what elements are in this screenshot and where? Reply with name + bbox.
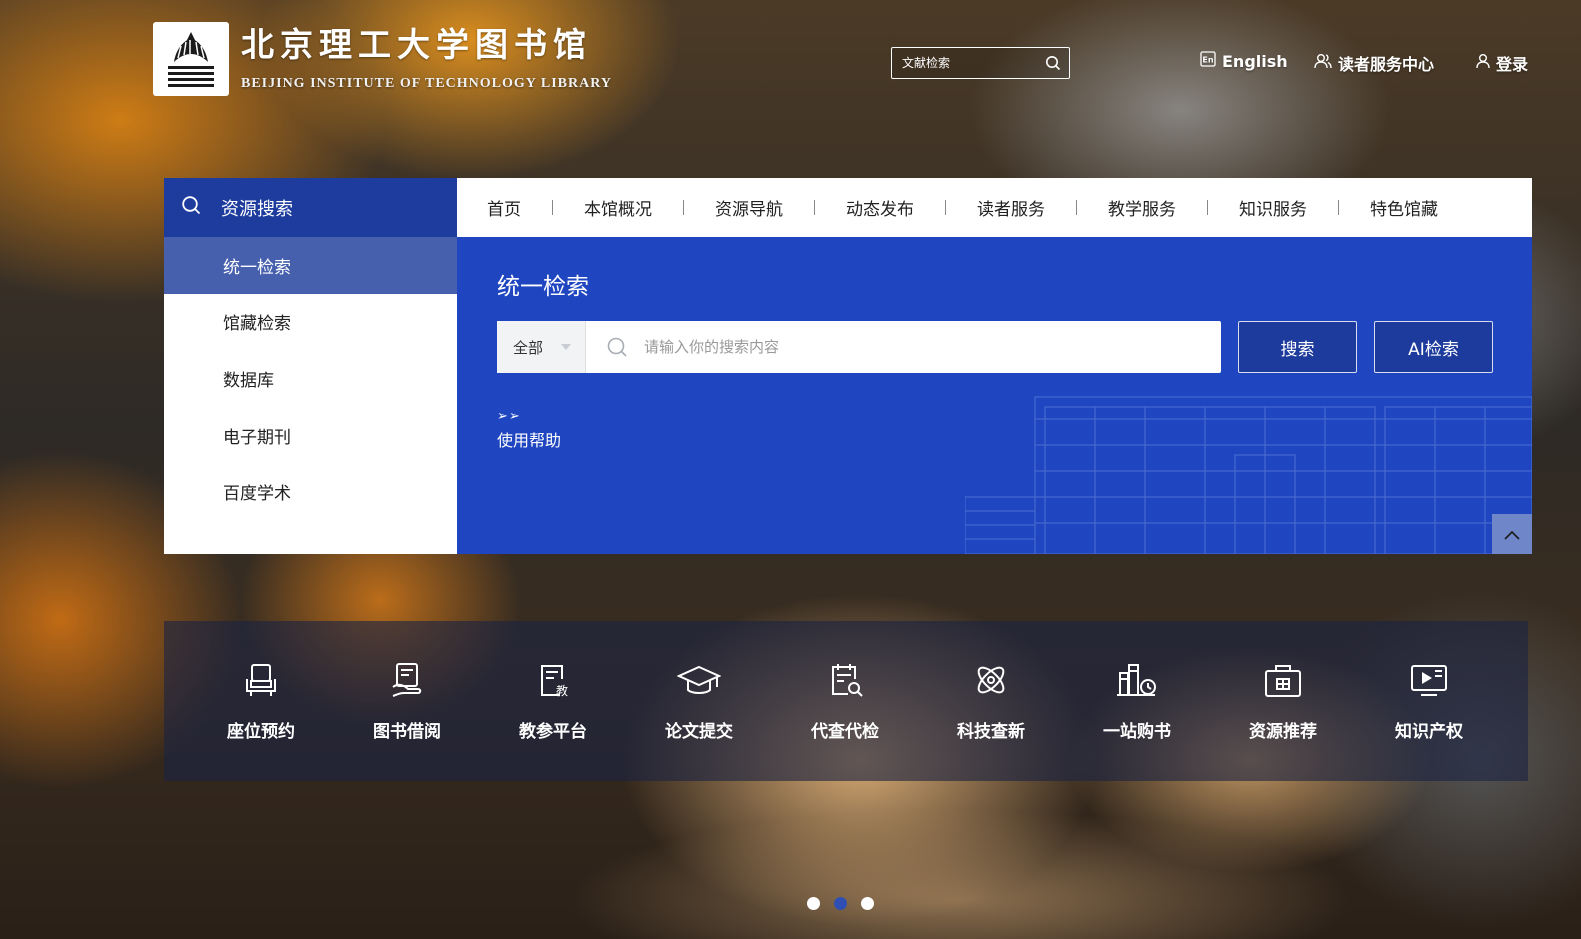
nav-item-teaching-services[interactable]: 教学服务 [1090, 195, 1194, 220]
presentation-icon [1409, 661, 1449, 703]
usage-help-label: 使用帮助 [497, 431, 562, 450]
book-purchase-icon [1115, 661, 1159, 703]
collapse-button[interactable] [1492, 514, 1532, 554]
service-resource-recommendation[interactable]: 资源推荐 [1210, 661, 1356, 742]
service-book-purchase[interactable]: 一站购书 [1064, 661, 1210, 742]
unified-search-area: 统一检索 全部 搜索 AI检索 ➢➢ 使用帮助 [457, 237, 1532, 554]
sidebar-title: 资源搜索 [221, 198, 293, 220]
nav-item-knowledge-services[interactable]: 知识服务 [1221, 195, 1325, 220]
header-search-box[interactable] [891, 47, 1070, 79]
service-label: 教参平台 [519, 721, 587, 742]
reader-service-center-label: 读者服务中心 [1338, 55, 1435, 74]
building-illustration [965, 396, 1532, 554]
search-icon [606, 336, 628, 358]
sidebar-item-baidu-scholar[interactable]: 百度学术 [164, 463, 457, 520]
service-thesis-submission[interactable]: 论文提交 [626, 661, 772, 742]
nav-divider [1338, 200, 1339, 215]
user-icon [1476, 53, 1490, 73]
double-arrow-icon: ➢➢ [497, 409, 521, 424]
header-search-input[interactable] [902, 56, 1042, 70]
service-label: 论文提交 [665, 721, 733, 742]
service-label: 科技查新 [957, 721, 1025, 742]
login-link[interactable]: 登录 [1476, 51, 1528, 75]
nav-divider [552, 200, 553, 215]
login-label: 登录 [1496, 55, 1529, 74]
carousel-dot[interactable] [861, 897, 874, 910]
service-book-borrowing[interactable]: 图书借阅 [334, 661, 480, 742]
nav-divider [1076, 200, 1077, 215]
carousel-dot[interactable] [807, 897, 820, 910]
service-label: 图书借阅 [373, 721, 441, 742]
service-teaching-reference[interactable]: 教 教参平台 [480, 661, 626, 742]
svg-text:教: 教 [556, 683, 568, 698]
emblem-icon [153, 22, 229, 96]
nav-divider [683, 200, 684, 215]
caret-down-icon [561, 344, 572, 350]
sidebar-header: 资源搜索 [164, 178, 457, 237]
service-label: 座位预约 [227, 721, 295, 742]
english-link-label: English [1222, 51, 1288, 71]
search-button[interactable]: 搜索 [1238, 321, 1357, 373]
service-intellectual-property[interactable]: 知识产权 [1356, 661, 1502, 742]
service-label: 一站购书 [1103, 721, 1171, 742]
search-icon[interactable] [1045, 55, 1061, 75]
svg-text:En: En [1202, 56, 1213, 65]
graduation-cap-icon [676, 661, 722, 703]
users-icon [1314, 53, 1332, 73]
resource-sidebar: 资源搜索 统一检索 馆藏检索 数据库 电子期刊 百度学术 [164, 178, 457, 554]
sidebar-item-database[interactable]: 数据库 [164, 350, 457, 407]
usage-help-link[interactable]: ➢➢ 使用帮助 [497, 409, 561, 451]
logo-chinese-name: 北京理工大学图书馆 [241, 25, 592, 64]
teaching-ref-icon: 教 [534, 661, 572, 703]
nav-item-resources[interactable]: 资源导航 [697, 195, 801, 220]
nav-item-special-collections[interactable]: 特色馆藏 [1352, 195, 1456, 220]
service-search-on-behalf[interactable]: 代查代检 [772, 661, 918, 742]
logo-english-name: BEIJING INSTITUTE OF TECHNOLOGY LIBRARY [241, 76, 612, 91]
sidebar-item-catalog-search[interactable]: 馆藏检索 [164, 294, 457, 351]
nav-item-about[interactable]: 本馆概况 [566, 195, 670, 220]
library-logo[interactable]: 北京理工大学图书馆 BEIJING INSTITUTE OF TECHNOLOG… [153, 22, 612, 96]
nav-item-reader-services[interactable]: 读者服务 [959, 195, 1063, 220]
nav-item-home[interactable]: 首页 [469, 195, 539, 220]
search-scope-value: 全部 [513, 338, 544, 357]
nav-divider [945, 200, 946, 215]
sidebar-item-ejournals[interactable]: 电子期刊 [164, 407, 457, 464]
search-icon [181, 195, 201, 220]
search-row: 全部 搜索 AI检索 [497, 321, 1493, 373]
service-novelty-search[interactable]: 科技查新 [918, 661, 1064, 742]
language-en-icon: En [1200, 51, 1216, 71]
search-box: 全部 [497, 321, 1221, 373]
carousel-dot-active[interactable] [834, 897, 847, 910]
carousel-indicators [807, 897, 874, 910]
service-label: 代查代检 [811, 721, 879, 742]
book-borrow-icon [388, 661, 426, 703]
unified-search-title: 统一检索 [497, 274, 589, 300]
search-scope-select[interactable]: 全部 [497, 321, 586, 373]
quick-services-bar: 座位预约 图书借阅 教 教参平台 论文提交 代查代检 科技查新 一站购书 资源推… [164, 621, 1528, 781]
main-nav: 首页 本馆概况 资源导航 动态发布 读者服务 教学服务 知识服务 特色馆藏 [457, 178, 1532, 237]
search-main: 首页 本馆概况 资源导航 动态发布 读者服务 教学服务 知识服务 特色馆藏 统一… [457, 178, 1532, 554]
atom-icon [972, 661, 1010, 703]
chevron-up-icon [1504, 525, 1520, 544]
english-link[interactable]: En English [1200, 51, 1288, 71]
nav-divider [814, 200, 815, 215]
ai-search-button[interactable]: AI检索 [1374, 321, 1493, 373]
nav-divider [1207, 200, 1208, 215]
sidebar-item-unified-search[interactable]: 统一检索 [164, 237, 457, 294]
search-panel: 资源搜索 统一检索 馆藏检索 数据库 电子期刊 百度学术 首页 本馆概况 资源导… [164, 178, 1532, 554]
reader-service-center-link[interactable]: 读者服务中心 [1314, 51, 1434, 75]
main-search-input[interactable] [644, 338, 1204, 356]
service-label: 知识产权 [1395, 721, 1463, 742]
search-document-icon [826, 661, 864, 703]
service-seat-reservation[interactable]: 座位预约 [188, 661, 334, 742]
nav-item-news[interactable]: 动态发布 [828, 195, 932, 220]
briefcase-icon [1263, 661, 1303, 703]
service-label: 资源推荐 [1249, 721, 1317, 742]
seat-icon [242, 661, 280, 703]
